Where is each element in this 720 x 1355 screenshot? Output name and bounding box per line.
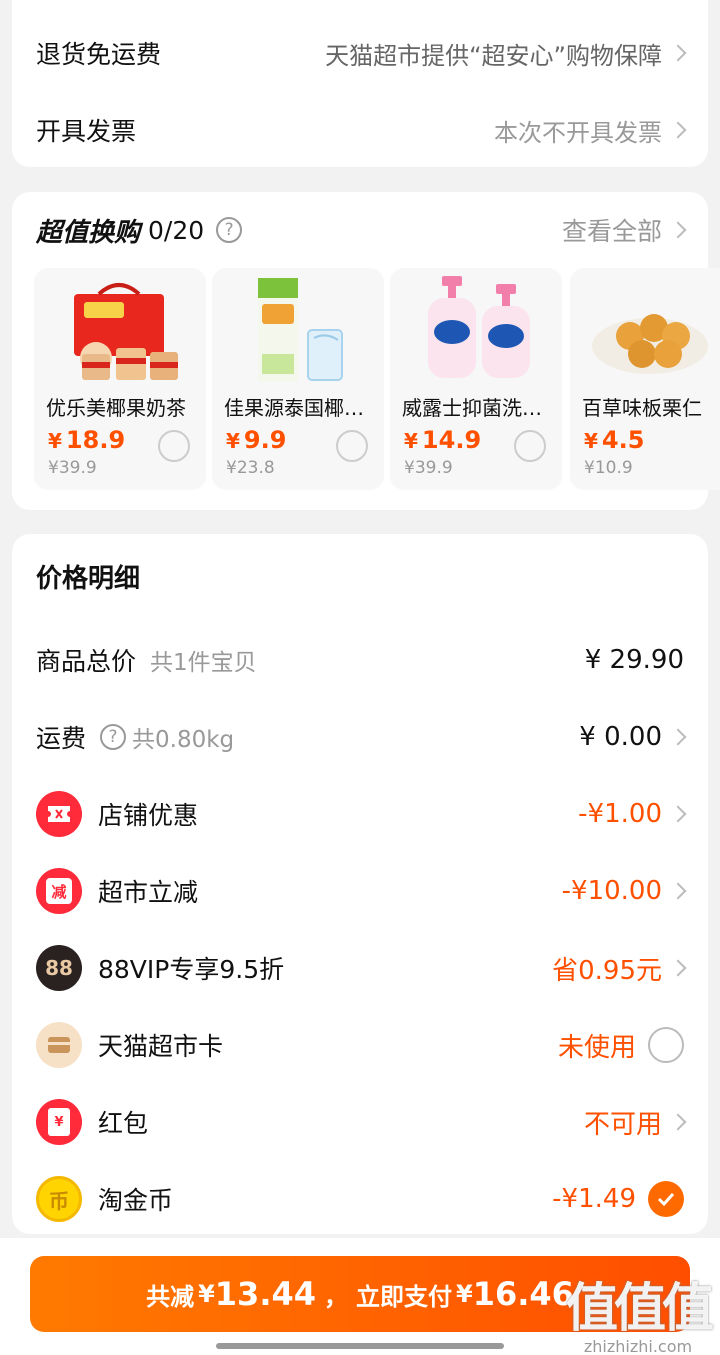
swap-header: 超值换购 0/20 ? 查看全部 <box>36 210 687 250</box>
hongbao-row[interactable]: ¥ 红包 不可用 <box>36 1097 687 1147</box>
market-discount-row[interactable]: 减 超市立减 -¥10.00 <box>36 866 687 916</box>
market-card-label: 天猫超市卡 <box>98 1032 224 1061</box>
coin-amount: -¥1.49 <box>552 1184 636 1214</box>
help-icon[interactable]: ? <box>216 217 243 243</box>
coin-checked-radio[interactable] <box>648 1181 684 1217</box>
swap-title: 超值换购 <box>36 217 141 248</box>
shipping-row[interactable]: 运费 ? 共0.80kg ¥ 0.00 <box>36 712 687 762</box>
vip-discount-label: 88VIP专享9.5折 <box>98 955 285 984</box>
chevron-right-icon <box>669 805 687 823</box>
chevron-right-icon <box>669 728 687 746</box>
shop-discount-row[interactable]: 店铺优惠 -¥1.00 <box>36 789 687 839</box>
product-price: ¥4.5 <box>584 426 645 454</box>
chevron-right-icon <box>669 44 687 62</box>
product-name: 百草味板栗仁 <box>582 396 702 420</box>
coin-row[interactable]: 币 淘金币 -¥1.49 <box>36 1174 684 1224</box>
swap-product-card[interactable]: 佳果源泰国椰子水 ¥9.9 ¥23.8 <box>212 268 384 490</box>
watermark-url: zhizhizhi.com <box>583 1337 693 1355</box>
product-price: ¥14.9 <box>404 426 482 454</box>
shipping-weight: 共0.80kg <box>132 727 235 753</box>
watermark: 值值值 zhizhizhi.com <box>565 1266 714 1355</box>
product-original-price: ¥23.8 <box>226 458 275 478</box>
goods-count: 共1件宝贝 <box>150 650 257 676</box>
vip-discount-amount: 省0.95元 <box>552 955 662 986</box>
market-discount-amount: -¥10.00 <box>561 876 662 906</box>
chevron-right-icon <box>669 882 687 900</box>
chevron-right-icon <box>669 959 687 977</box>
chevron-right-icon <box>669 1113 687 1131</box>
discount-icon: 减 <box>36 868 82 914</box>
view-all-label: 查看全部 <box>561 217 662 246</box>
swap-card: 超值换购 0/20 ? 查看全部 优乐美椰果奶茶 ¥18.9 ¥39.9 佳果源… <box>12 192 720 510</box>
product-name: 优乐美椰果奶茶 <box>46 396 186 420</box>
shop-discount-label: 店铺优惠 <box>98 801 199 830</box>
invoice-row[interactable]: 开具发票 本次不开具发票 <box>36 110 687 150</box>
goods-total-label: 商品总价 <box>36 647 137 676</box>
market-card-row[interactable]: 天猫超市卡 未使用 <box>36 1020 684 1070</box>
coconut-water-product-image <box>258 278 343 382</box>
milk-tea-product-image <box>74 283 178 380</box>
save-currency: ¥ <box>198 1280 215 1308</box>
product-select-radio[interactable] <box>514 430 546 462</box>
return-shipping-label: 退货免运费 <box>36 40 162 69</box>
product-name: 佳果源泰国椰子水 <box>224 396 378 420</box>
product-original-price: ¥39.9 <box>48 458 97 478</box>
invoice-value: 本次不开具发票 <box>494 118 662 147</box>
price-detail-title: 价格明细 <box>36 564 141 594</box>
view-all-link[interactable]: 查看全部 <box>561 212 687 248</box>
swap-product-card[interactable]: 百草味板栗仁 ¥4.5 ¥10.9 <box>570 268 720 490</box>
red-packet-icon: ¥ <box>36 1099 82 1145</box>
goods-total-row: 商品总价 共1件宝贝 ¥ 29.90 <box>36 635 684 685</box>
return-shipping-row[interactable]: 退货免运费 天猫超市提供“超安心”购物保障 <box>36 33 687 73</box>
pay-amount: 16.46 <box>472 1275 574 1313</box>
product-original-price: ¥39.9 <box>404 458 453 478</box>
shipping-amount: ¥ 0.00 <box>579 722 662 752</box>
goods-total-amount: ¥ 29.90 <box>584 645 684 675</box>
swap-product-card[interactable]: 威露士抑菌洗手液 ¥14.9 ¥39.9 <box>390 268 562 490</box>
price-detail-card: 价格明细 商品总价 共1件宝贝 ¥ 29.90 运费 ? 共0.80kg ¥ 0… <box>12 534 708 1234</box>
invoice-label: 开具发票 <box>36 117 137 146</box>
product-price: ¥18.9 <box>48 426 126 454</box>
gold-coin-icon: 币 <box>36 1176 82 1222</box>
coin-label: 淘金币 <box>98 1186 174 1215</box>
vip-discount-row[interactable]: 88 88VIP专享9.5折 省0.95元 <box>36 943 687 993</box>
coupon-icon <box>36 791 82 837</box>
bottom-bar: 共减 ¥ 13.44 ， 立即支付 ¥ 16.46 值值值 zhizhizhi.… <box>0 1238 720 1355</box>
pay-prefix: 立即支付 <box>356 1282 452 1311</box>
home-indicator[interactable] <box>216 1343 504 1349</box>
swap-count: 0/20 <box>148 215 205 245</box>
product-name: 威露士抑菌洗手液 <box>402 396 556 420</box>
product-select-radio[interactable] <box>158 430 190 462</box>
return-shipping-value: 天猫超市提供“超安心”购物保障 <box>325 41 662 70</box>
check-icon <box>657 1192 675 1207</box>
market-card-radio[interactable] <box>648 1027 684 1063</box>
help-icon[interactable]: ? <box>100 724 127 750</box>
hongbao-label: 红包 <box>98 1109 149 1138</box>
save-amount: 13.44 <box>214 1275 316 1313</box>
pay-currency: ¥ <box>456 1280 473 1308</box>
product-original-price: ¥10.9 <box>584 458 633 478</box>
watermark-logo: 值值值 <box>565 1279 714 1339</box>
product-select-radio[interactable] <box>336 430 368 462</box>
chevron-right-icon <box>669 221 687 239</box>
swap-product-card[interactable]: 优乐美椰果奶茶 ¥18.9 ¥39.9 <box>34 268 206 490</box>
shop-discount-amount: -¥1.00 <box>578 799 662 829</box>
save-prefix: 共减 <box>146 1282 195 1311</box>
card-icon <box>36 1022 82 1068</box>
product-price: ¥9.9 <box>226 426 287 454</box>
market-discount-label: 超市立减 <box>98 878 199 907</box>
hongbao-status: 不可用 <box>583 1109 662 1140</box>
chestnut-product-image <box>592 314 708 374</box>
separator: ， <box>324 1282 348 1311</box>
hand-wash-product-image <box>428 276 530 378</box>
market-card-status: 未使用 <box>557 1032 636 1063</box>
vip-88-icon: 88 <box>36 945 82 991</box>
shipping-label: 运费 <box>36 724 87 753</box>
chevron-right-icon <box>669 121 687 139</box>
service-card: 退货免运费 天猫超市提供“超安心”购物保障 开具发票 本次不开具发票 <box>12 0 708 167</box>
